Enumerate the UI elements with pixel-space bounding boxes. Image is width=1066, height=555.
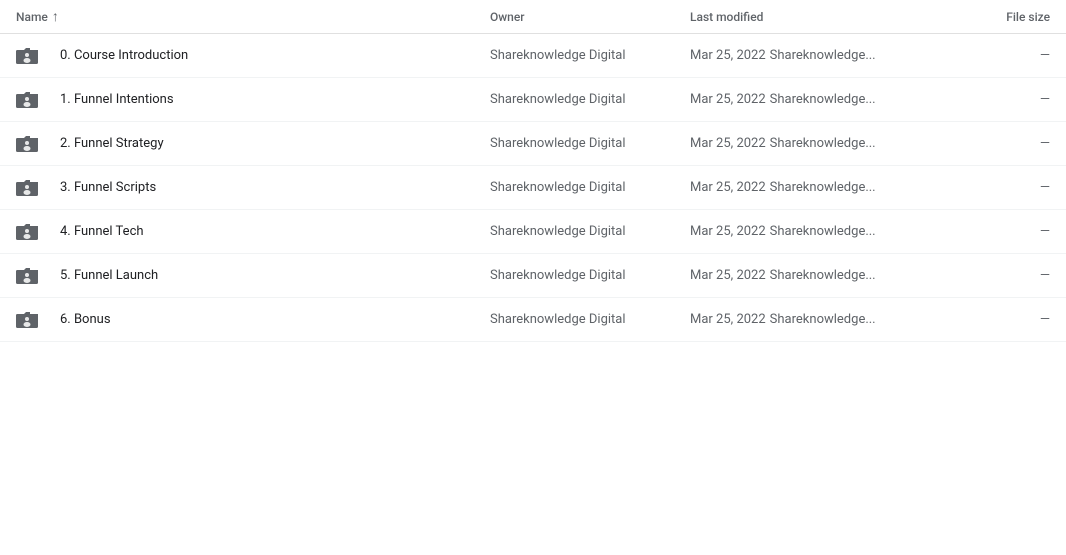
size-cell: — xyxy=(950,136,1050,151)
modified-cell: Mar 25, 2022 Shareknowledge... xyxy=(690,312,950,327)
file-name: 6. Bonus xyxy=(52,312,490,327)
modified-by: Shareknowledge... xyxy=(770,48,876,63)
size-cell: — xyxy=(950,48,1050,63)
folder-icon xyxy=(16,310,52,330)
owner-cell: Shareknowledge Digital xyxy=(490,48,690,63)
folder-icon xyxy=(16,222,52,242)
table-row[interactable]: 0. Course Introduction Shareknowledge Di… xyxy=(0,34,1066,78)
owner-cell: Shareknowledge Digital xyxy=(490,224,690,239)
modified-by: Shareknowledge... xyxy=(770,224,876,239)
modified-column-header[interactable]: Last modified xyxy=(690,10,950,24)
folder-icon xyxy=(16,46,52,66)
modified-by: Shareknowledge... xyxy=(770,136,876,151)
folder-icon xyxy=(16,178,52,198)
name-column-label: Name xyxy=(16,10,48,24)
file-name: 0. Course Introduction xyxy=(52,48,490,63)
modified-date: Mar 25, 2022 xyxy=(690,224,766,239)
file-name: 4. Funnel Tech xyxy=(52,224,490,239)
name-column-header[interactable]: Name ↑ xyxy=(16,8,490,25)
table-row[interactable]: 4. Funnel Tech Shareknowledge Digital Ma… xyxy=(0,210,1066,254)
table-row[interactable]: 1. Funnel Intentions Shareknowledge Digi… xyxy=(0,78,1066,122)
size-column-header[interactable]: File size xyxy=(950,10,1050,24)
size-cell: — xyxy=(950,92,1050,107)
owner-cell: Shareknowledge Digital xyxy=(490,312,690,327)
modified-date: Mar 25, 2022 xyxy=(690,92,766,107)
table-row[interactable]: 3. Funnel Scripts Shareknowledge Digital… xyxy=(0,166,1066,210)
table-row[interactable]: 6. Bonus Shareknowledge Digital Mar 25, … xyxy=(0,298,1066,342)
modified-cell: Mar 25, 2022 Shareknowledge... xyxy=(690,48,950,63)
sort-ascending-icon: ↑ xyxy=(52,8,59,25)
folder-icon xyxy=(16,134,52,154)
owner-column-header[interactable]: Owner xyxy=(490,10,690,24)
file-list: Name ↑ Owner Last modified File size 0. … xyxy=(0,0,1066,342)
owner-cell: Shareknowledge Digital xyxy=(490,268,690,283)
modified-cell: Mar 25, 2022 Shareknowledge... xyxy=(690,136,950,151)
modified-by: Shareknowledge... xyxy=(770,180,876,195)
modified-date: Mar 25, 2022 xyxy=(690,180,766,195)
owner-cell: Shareknowledge Digital xyxy=(490,180,690,195)
modified-by: Shareknowledge... xyxy=(770,92,876,107)
size-cell: — xyxy=(950,312,1050,327)
file-name: 5. Funnel Launch xyxy=(52,268,490,283)
modified-cell: Mar 25, 2022 Shareknowledge... xyxy=(690,268,950,283)
folder-icon xyxy=(16,90,52,110)
modified-date: Mar 25, 2022 xyxy=(690,48,766,63)
size-cell: — xyxy=(950,268,1050,283)
file-name: 2. Funnel Strategy xyxy=(52,136,490,151)
rows-container: 0. Course Introduction Shareknowledge Di… xyxy=(0,34,1066,342)
modified-cell: Mar 25, 2022 Shareknowledge... xyxy=(690,92,950,107)
size-cell: — xyxy=(950,180,1050,195)
modified-date: Mar 25, 2022 xyxy=(690,136,766,151)
modified-by: Shareknowledge... xyxy=(770,312,876,327)
owner-cell: Shareknowledge Digital xyxy=(490,92,690,107)
table-header: Name ↑ Owner Last modified File size xyxy=(0,0,1066,34)
folder-icon xyxy=(16,266,52,286)
modified-cell: Mar 25, 2022 Shareknowledge... xyxy=(690,224,950,239)
table-row[interactable]: 5. Funnel Launch Shareknowledge Digital … xyxy=(0,254,1066,298)
owner-cell: Shareknowledge Digital xyxy=(490,136,690,151)
modified-date: Mar 25, 2022 xyxy=(690,268,766,283)
modified-date: Mar 25, 2022 xyxy=(690,312,766,327)
table-row[interactable]: 2. Funnel Strategy Shareknowledge Digita… xyxy=(0,122,1066,166)
modified-cell: Mar 25, 2022 Shareknowledge... xyxy=(690,180,950,195)
size-cell: — xyxy=(950,224,1050,239)
file-name: 3. Funnel Scripts xyxy=(52,180,490,195)
modified-by: Shareknowledge... xyxy=(770,268,876,283)
file-name: 1. Funnel Intentions xyxy=(52,92,490,107)
